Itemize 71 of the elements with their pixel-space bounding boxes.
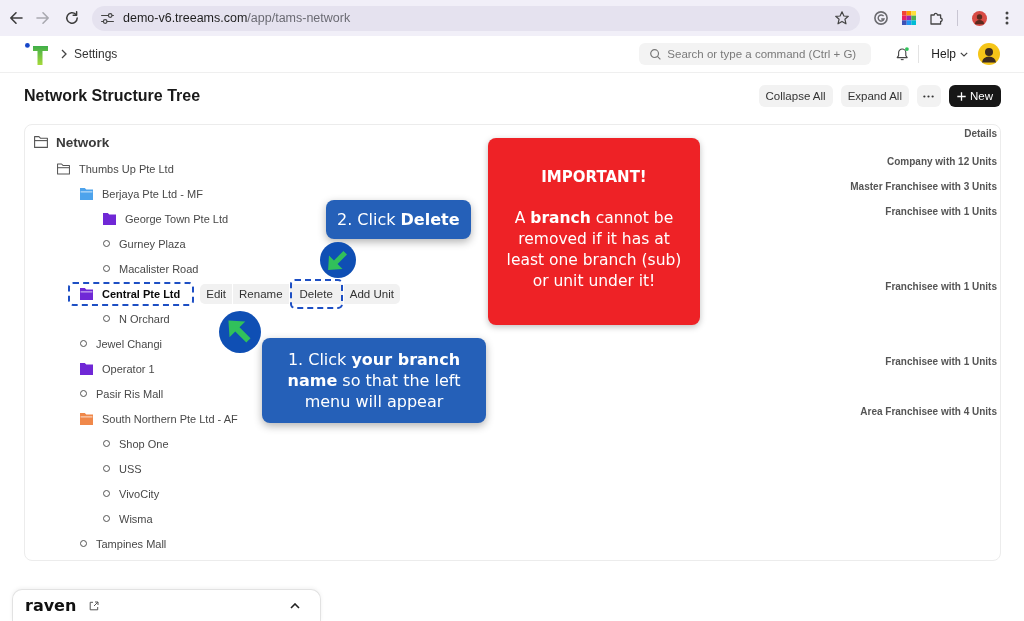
- tree-item[interactable]: VivoCity: [119, 487, 160, 500]
- callout: 1. Click your branch name so that the left menu will appear: [262, 338, 486, 423]
- logo-icon[interactable]: [25, 43, 49, 65]
- toolbar-button[interactable]: Collapse All: [758, 85, 833, 107]
- details-text: Area Franchisee with 4 Units: [860, 406, 997, 418]
- toolbar-button[interactable]: Expand All: [840, 85, 909, 107]
- search-icon: [650, 48, 662, 60]
- action-button[interactable]: Edit: [200, 283, 233, 304]
- more-button[interactable]: [917, 85, 941, 107]
- profile-avatar-icon[interactable]: [972, 10, 987, 26]
- details-text: Master Franchisee with 3 Units: [850, 181, 997, 193]
- new-button[interactable]: New: [949, 85, 1001, 107]
- tree-item[interactable]: Shop One: [119, 437, 169, 450]
- ring-icon: [103, 440, 110, 447]
- plus-icon: [957, 91, 966, 101]
- panel-title: raven: [25, 596, 77, 615]
- details-text: Franchisee with 1 Units: [885, 206, 997, 218]
- tree-item[interactable]: N Orchard: [119, 312, 170, 325]
- reload-icon[interactable]: [65, 11, 79, 25]
- tree-item[interactable]: George Town Pte Ltd: [125, 212, 229, 225]
- help-button[interactable]: Help: [931, 47, 968, 61]
- chevron-right-icon: [61, 49, 67, 59]
- tree-item[interactable]: Gurney Plaza: [119, 237, 186, 250]
- tree-item[interactable]: Berjaya Pte Ltd - MF: [102, 187, 203, 200]
- action-button[interactable]: Rename: [233, 283, 289, 304]
- external-link-icon[interactable]: [89, 600, 100, 611]
- back-icon[interactable]: [9, 11, 23, 25]
- tree-item[interactable]: Tampines Mall: [96, 537, 167, 550]
- tree-item[interactable]: Wisma: [119, 512, 153, 525]
- action-button[interactable]: Add Unit: [343, 283, 400, 304]
- ring-icon: [103, 515, 110, 522]
- details-text: Franchisee with 1 Units: [885, 356, 997, 368]
- details-text: Company with 12 Units: [887, 156, 997, 168]
- notice-text: A branch cannot be removed if it has at least one branch (sub) or unit under it!: [505, 208, 683, 292]
- tree-item[interactable]: Pasir Ris Mall: [96, 387, 164, 400]
- details-text: Franchisee with 1 Units: [885, 281, 997, 293]
- tree-item[interactable]: Network: [56, 134, 110, 150]
- chevron-down-icon: [960, 51, 968, 57]
- menu-icon[interactable]: [1005, 11, 1009, 25]
- ring-icon: [80, 540, 87, 547]
- avatar-icon[interactable]: [978, 43, 1000, 65]
- tune-icon[interactable]: [101, 11, 114, 25]
- star-icon[interactable]: [835, 11, 849, 25]
- ring-icon: [103, 490, 110, 497]
- tree-item[interactable]: Thumbs Up Pte Ltd: [79, 162, 174, 175]
- ring-icon: [103, 240, 110, 247]
- ring-icon: [103, 265, 110, 272]
- tree-item[interactable]: Jewel Changi: [96, 337, 163, 350]
- circle-icon[interactable]: [874, 11, 888, 25]
- details-heading: Details: [964, 128, 997, 140]
- action-button[interactable]: Delete: [293, 283, 339, 304]
- tree-item[interactable]: South Northern Pte Ltd - AF: [102, 412, 238, 425]
- address-bar[interactable]: demo-v6.treeams.com/app/tams-network: [92, 5, 860, 31]
- more-icon: [923, 94, 935, 98]
- caret-up-icon[interactable]: [290, 602, 300, 609]
- grid-icon[interactable]: [902, 11, 916, 25]
- notice-title: IMPORTANT!: [541, 167, 647, 187]
- ring-icon: [80, 340, 87, 347]
- tree-item[interactable]: USS: [119, 462, 142, 475]
- search-field[interactable]: Search or type a command (Ctrl + G): [639, 43, 872, 65]
- page-title: Network Structure Tree: [24, 87, 201, 105]
- tree-item[interactable]: Operator 1: [102, 362, 155, 375]
- breadcrumb-link[interactable]: Settings: [74, 47, 118, 61]
- bell-icon[interactable]: [896, 47, 910, 61]
- ring-icon: [103, 465, 110, 472]
- tree-item[interactable]: Macalister Road: [119, 262, 199, 275]
- puzzle-icon[interactable]: [930, 11, 944, 25]
- ring-icon: [80, 390, 87, 397]
- ring-icon: [103, 315, 110, 322]
- callout: 2. Click Delete: [326, 200, 471, 239]
- tree-item[interactable]: Central Pte Ltd: [102, 287, 181, 300]
